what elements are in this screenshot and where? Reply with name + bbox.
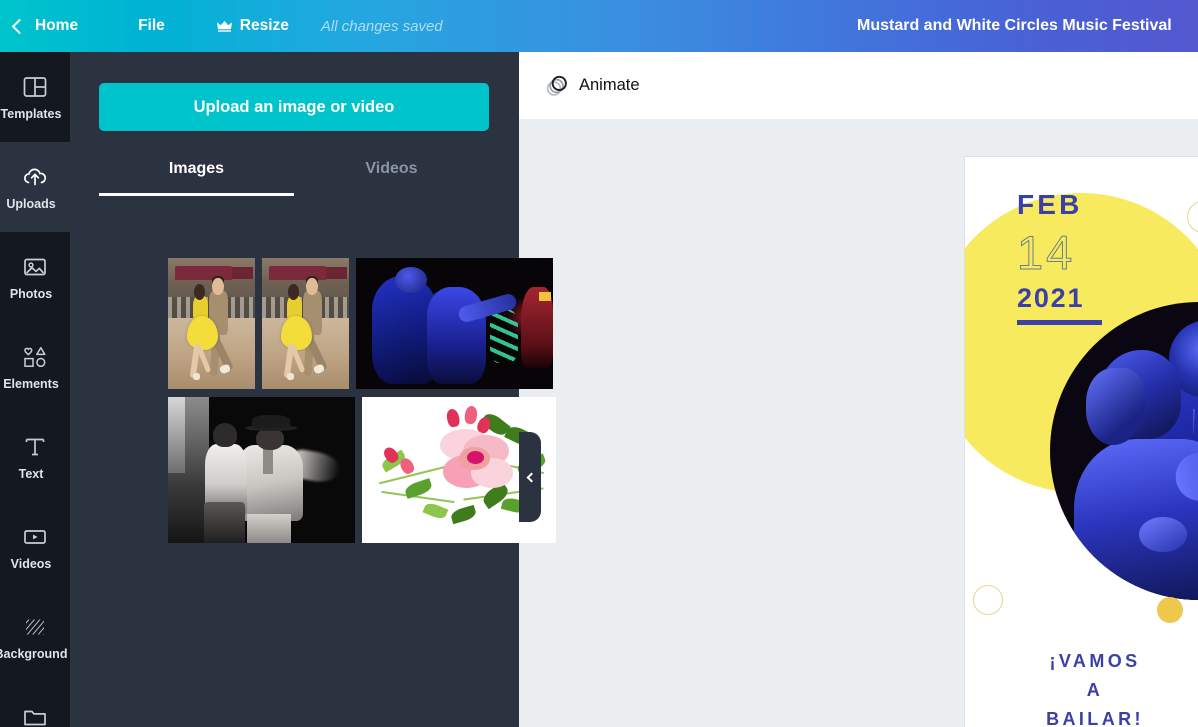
design-underline-shape[interactable] — [1017, 320, 1102, 325]
animate-button[interactable]: Animate — [543, 72, 640, 99]
sidebar-label-uploads: Uploads — [6, 196, 56, 211]
sidebar-label-background: Background — [0, 646, 68, 661]
shapes-icon — [22, 344, 48, 370]
tab-videos[interactable]: Videos — [294, 147, 489, 191]
background-icon — [22, 614, 48, 640]
circle-outline-bottom-left[interactable] — [973, 585, 1003, 615]
upload-image-or-video-button[interactable]: Upload an image or video — [99, 83, 489, 131]
tab-videos-label: Videos — [365, 160, 418, 177]
save-status: All changes saved — [320, 17, 443, 35]
sidebar-item-photos[interactable]: Photos — [0, 232, 70, 322]
sidebar-item-folder[interactable]: Folder — [0, 682, 70, 727]
resize-label: Resize — [239, 17, 289, 34]
animate-label: Animate — [579, 76, 640, 94]
top-bar: Home File Resize All changes saved Musta… — [0, 0, 1198, 52]
design-photo-dancing-couple[interactable] — [1050, 302, 1198, 600]
thumbnail-image — [356, 258, 553, 389]
design-headline-text[interactable]: ¡VAMOS A BAILAR! — [965, 647, 1198, 727]
editor-toolbar: Animate — [519, 52, 1198, 119]
top-bar-menu: Home File Resize All changes saved — [0, 0, 443, 52]
sidebar-label-videos: Videos — [10, 556, 52, 571]
home-label: Home — [35, 17, 79, 34]
cloud-upload-icon — [22, 164, 48, 190]
sidebar-label-text: Text — [18, 466, 44, 481]
circles-icon — [543, 72, 570, 99]
left-sidebar-rail: Templates Uploads Photos Elements Text V… — [0, 52, 70, 727]
thumbnail-row — [168, 397, 560, 543]
templates-icon — [22, 74, 48, 100]
design-canvas-area[interactable]: FEB 14 2021 ¡VAMOS A BAILAR! — [519, 119, 1198, 727]
headline-line-2: A — [1086, 680, 1104, 701]
thumbnail-blue-neon-dancers[interactable] — [356, 258, 553, 389]
sidebar-item-text[interactable]: Text — [0, 412, 70, 502]
file-label: File — [138, 17, 165, 34]
uploads-panel: Upload an image or video Images Videos — [70, 52, 556, 727]
crown-icon — [216, 20, 232, 32]
resize-button[interactable]: Resize — [199, 0, 307, 52]
canva-editor-window: Home File Resize All changes saved Musta… — [0, 0, 1198, 727]
design-month-text[interactable]: FEB — [1017, 189, 1083, 221]
video-icon — [22, 524, 48, 550]
thumbnail-couple-yellow-dress-2[interactable] — [262, 258, 349, 389]
design-year-text[interactable]: 2021 — [1017, 283, 1084, 314]
thumbnail-image — [262, 258, 349, 389]
design-page[interactable]: FEB 14 2021 ¡VAMOS A BAILAR! — [965, 157, 1198, 727]
sidebar-item-templates[interactable]: Templates — [0, 52, 70, 142]
thumbnail-row — [168, 258, 560, 389]
document-title[interactable]: Mustard and White Circles Music Festival — [857, 0, 1172, 52]
circle-outline-top-right[interactable] — [1187, 201, 1198, 233]
tab-images[interactable]: Images — [99, 147, 294, 196]
sidebar-item-videos[interactable]: Videos — [0, 502, 70, 592]
chevron-left-icon — [526, 472, 537, 482]
uploads-thumbnail-grid — [168, 258, 560, 551]
tab-images-label: Images — [168, 160, 225, 177]
sidebar-label-photos: Photos — [9, 286, 53, 301]
folder-icon — [22, 704, 48, 727]
home-button[interactable]: Home — [0, 0, 104, 52]
sidebar-item-elements[interactable]: Elements — [0, 322, 70, 412]
chevron-left-icon — [11, 18, 28, 34]
collapse-panel-handle[interactable] — [519, 432, 541, 522]
gold-dot-shape[interactable] — [1157, 597, 1183, 623]
sidebar-label-elements: Elements — [3, 376, 59, 391]
file-menu-button[interactable]: File — [104, 0, 199, 52]
sidebar-label-templates: Templates — [0, 106, 62, 121]
headline-line-1: ¡VAMOS — [1049, 651, 1141, 671]
thumbnail-image — [168, 397, 355, 543]
design-day-text[interactable]: 14 — [1016, 225, 1075, 280]
headline-line-3: BAILAR! — [1046, 709, 1144, 727]
sidebar-item-background[interactable]: Background — [0, 592, 70, 682]
thumbnail-black-white-couple[interactable] — [168, 397, 355, 543]
uploads-tabs: Images Videos — [99, 147, 489, 196]
thumbnail-image — [168, 258, 255, 389]
thumbnail-couple-yellow-dress-1[interactable] — [168, 258, 255, 389]
sidebar-item-uploads[interactable]: Uploads — [0, 142, 70, 232]
text-icon — [22, 434, 48, 460]
photo-icon — [22, 254, 48, 280]
